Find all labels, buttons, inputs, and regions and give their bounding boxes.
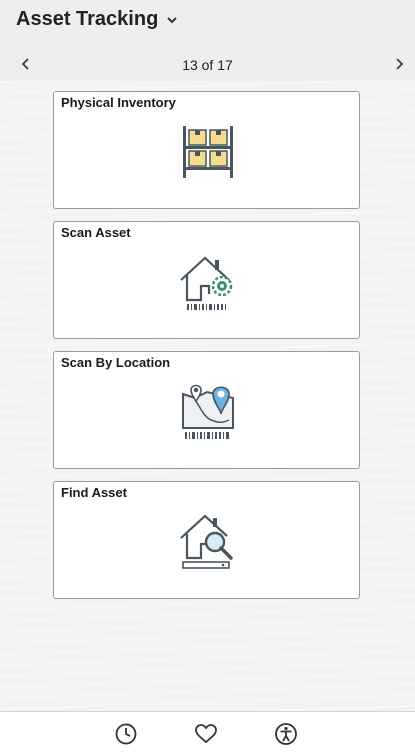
tile-scan-asset[interactable]: Scan Asset: [53, 221, 360, 339]
chevron-right-icon: [396, 58, 404, 70]
clock-icon: [115, 723, 137, 745]
house-magnifier-icon: [180, 514, 233, 569]
tile-physical-inventory[interactable]: Physical Inventory: [53, 91, 360, 209]
accessibility-icon: [275, 723, 297, 745]
tile-label: Scan Asset: [61, 225, 131, 240]
house-gear-barcode-icon: [180, 256, 233, 310]
chevron-down-icon: [167, 16, 178, 23]
accessibility-button[interactable]: [274, 722, 298, 746]
pager: 13 of 17: [0, 52, 415, 78]
map-pin-barcode-icon: [182, 384, 234, 439]
tile-area: Physical Inventory Scan Asset Scan By Lo…: [0, 81, 415, 711]
tile-label: Scan By Location: [61, 355, 171, 370]
heart-icon: [195, 724, 217, 744]
tile-find-asset[interactable]: Find Asset: [53, 481, 360, 599]
app-header: Asset Tracking 13 of 17: [0, 0, 415, 81]
warehouse-shelf-icon: [183, 126, 233, 178]
bottom-toolbar: [0, 711, 415, 756]
next-button[interactable]: [389, 54, 409, 74]
tile-label: Physical Inventory: [61, 95, 176, 110]
pager-position: 13 of 17: [182, 57, 233, 73]
tile-label: Find Asset: [61, 485, 127, 500]
page-title-dropdown[interactable]: Asset Tracking: [16, 8, 178, 31]
favorites-button[interactable]: [194, 722, 218, 746]
recently-visited-button[interactable]: [114, 722, 138, 746]
tile-scan-by-location[interactable]: Scan By Location: [53, 351, 360, 469]
page-title: Asset Tracking: [16, 8, 159, 30]
